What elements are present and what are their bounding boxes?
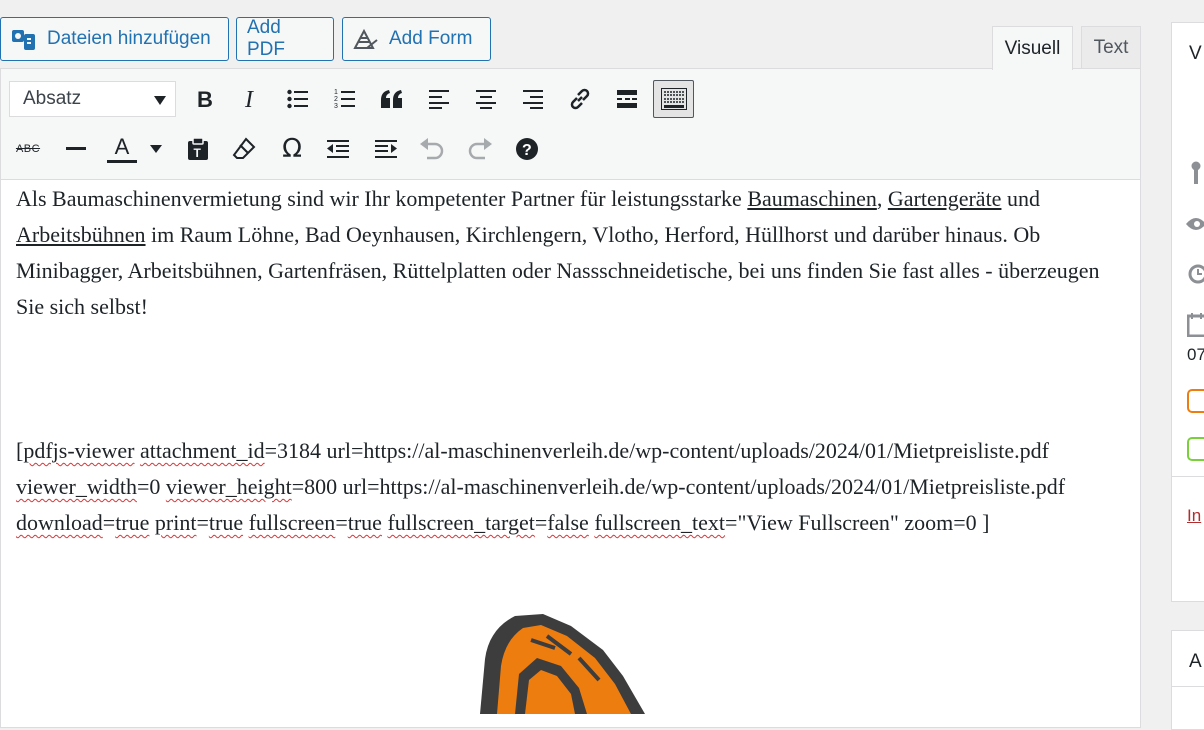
history-icon — [1188, 264, 1204, 284]
text-color-swatch — [107, 159, 137, 163]
calendar-icon — [1187, 313, 1204, 337]
chevron-down-icon — [154, 96, 166, 105]
logo-image[interactable] — [475, 614, 650, 714]
bold-icon: B — [197, 88, 213, 110]
italic-button[interactable]: I — [236, 84, 266, 114]
paste-as-text-icon: T — [188, 137, 208, 160]
align-left-icon — [429, 90, 449, 109]
add-pdf-label: Add PDF — [247, 17, 285, 60]
redo-icon — [468, 138, 492, 160]
strikethrough-button[interactable]: ABC — [11, 134, 45, 164]
align-center-icon — [476, 90, 496, 109]
svg-text:B: B — [197, 88, 213, 110]
horizontal-line-button[interactable] — [61, 134, 91, 164]
svg-text:?: ? — [522, 142, 532, 159]
editor: Absatz B I 1 2 3 ABC A T Ω ? Als Baumasc… — [0, 68, 1141, 728]
add-pdf-button[interactable]: Add PDF — [236, 17, 334, 61]
text-color-dropdown[interactable] — [147, 139, 165, 159]
bulleted-list-icon — [287, 89, 308, 109]
tab-text[interactable]: Text — [1081, 26, 1141, 69]
link-gartengeraete[interactable]: Gartengeräte — [888, 186, 1002, 211]
key-icon — [1191, 161, 1201, 184]
toolbar-toggle-button[interactable] — [653, 80, 694, 118]
align-right-button[interactable] — [518, 84, 548, 114]
paste-as-text-button[interactable]: T — [183, 134, 213, 164]
redo-button[interactable] — [465, 134, 495, 164]
trash-link[interactable]: In — [1187, 506, 1201, 526]
clear-formatting-button[interactable] — [229, 134, 259, 164]
second-box-title: A — [1189, 651, 1202, 672]
tab-visual[interactable]: Visuell — [992, 26, 1073, 70]
outdent-icon — [327, 140, 349, 158]
editor-toolbar: Absatz B I 1 2 3 ABC A T Ω ? — [1, 69, 1140, 180]
special-character-button[interactable]: Ω — [277, 134, 307, 164]
help-button[interactable]: ? — [512, 134, 542, 164]
clear-formatting-icon — [232, 137, 256, 159]
undo-button[interactable] — [417, 134, 447, 164]
svg-text:1: 1 — [334, 89, 338, 96]
second-meta-box: A — [1171, 630, 1204, 730]
read-more-button[interactable] — [612, 84, 642, 114]
svg-text:I: I — [244, 88, 254, 110]
chevron-down-icon — [150, 145, 162, 153]
horizontal-line-icon — [66, 147, 86, 150]
seo-score-icon — [1187, 389, 1204, 413]
toolbar-toggle-icon — [660, 88, 687, 110]
svg-text:2: 2 — [334, 96, 338, 103]
undo-icon — [420, 138, 444, 160]
numbered-list-button[interactable]: 1 2 3 — [330, 84, 360, 114]
form-icon — [353, 28, 378, 49]
pdf-shortcode-paragraph: [pdfjs-viewer attachment_id=3184 url=htt… — [16, 438, 1066, 535]
bold-button[interactable]: B — [189, 84, 219, 114]
link-baumaschinen[interactable]: Baumaschinen — [747, 186, 877, 211]
link-arbeitsbuehnen[interactable]: Arbeitsbühnen — [16, 222, 146, 247]
publish-date: 07 — [1187, 345, 1204, 364]
publish-box-title: V — [1189, 43, 1202, 64]
svg-text:3: 3 — [334, 103, 338, 110]
tab-text-label: Text — [1093, 37, 1129, 58]
publish-box: V 07 In — [1171, 22, 1204, 602]
add-form-button[interactable]: Add Form — [342, 17, 491, 61]
eye-icon — [1186, 218, 1204, 230]
insert-link-button[interactable] — [565, 84, 595, 114]
format-select[interactable]: Absatz — [9, 81, 176, 117]
align-center-button[interactable] — [471, 84, 501, 114]
svg-text:T: T — [194, 146, 202, 160]
italic-icon: I — [244, 88, 254, 110]
add-media-label: Dateien hinzufügen — [47, 28, 211, 49]
indent-icon — [375, 140, 397, 158]
text-color-button[interactable]: A — [105, 132, 139, 166]
add-media-button[interactable]: Dateien hinzufügen — [0, 17, 229, 61]
align-left-button[interactable] — [424, 84, 454, 114]
add-form-label: Add Form — [389, 28, 473, 49]
blockquote-icon — [381, 90, 402, 108]
numbered-list-icon: 1 2 3 — [334, 89, 355, 110]
tab-visual-label: Visuell — [1004, 37, 1061, 59]
strikethrough-icon: ABC — [15, 143, 41, 155]
insert-link-icon — [570, 88, 590, 110]
help-icon: ? — [516, 138, 538, 160]
editor-content[interactable]: Als Baumaschinenvermietung sind wir Ihr … — [16, 181, 1116, 541]
indent-button[interactable] — [371, 134, 401, 164]
format-select-value: Absatz — [23, 88, 82, 109]
outdent-button[interactable] — [323, 134, 353, 164]
read-more-icon — [617, 90, 637, 108]
text-color-icon: A — [114, 133, 130, 159]
intro-paragraph: Als Baumaschinenvermietung sind wir Ihr … — [16, 186, 1100, 319]
bulleted-list-button[interactable] — [283, 84, 313, 114]
divider — [1172, 686, 1204, 687]
align-right-icon — [523, 90, 543, 109]
divider — [1172, 476, 1204, 477]
blockquote-button[interactable] — [377, 84, 407, 114]
readability-score-icon — [1187, 437, 1204, 461]
omega-icon: Ω — [282, 134, 302, 164]
media-icon — [12, 30, 35, 50]
